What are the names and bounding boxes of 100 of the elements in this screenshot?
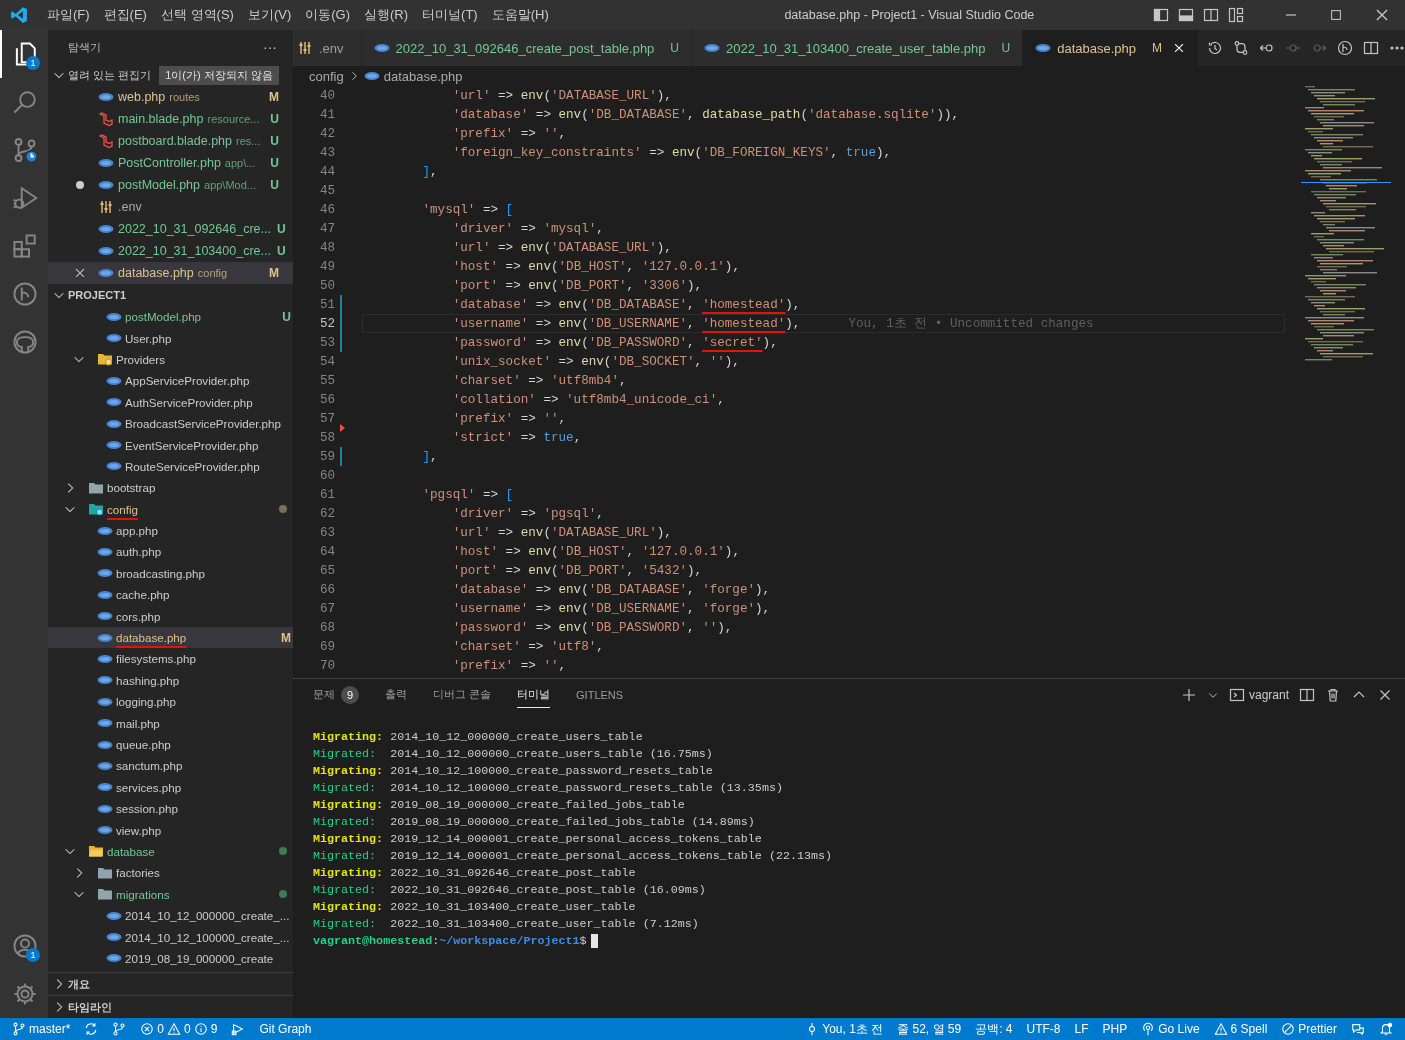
menu-item[interactable]: 터미널(T)	[415, 6, 485, 24]
settings-icon[interactable]	[12, 981, 38, 1007]
open-editor-item[interactable]: database.php config M	[48, 262, 293, 284]
trash-icon[interactable]	[1325, 687, 1341, 703]
menu-item[interactable]: 보기(V)	[240, 6, 299, 24]
file-item[interactable]: 2014_10_12_100000_create_...	[48, 926, 293, 948]
encoding[interactable]: UTF-8	[1026, 1022, 1061, 1036]
file-item[interactable]: BroadcastServiceProvider.php	[48, 412, 293, 435]
branch-indicator[interactable]: master*	[12, 1022, 71, 1036]
search-icon[interactable]	[12, 89, 38, 115]
accounts-icon[interactable]	[12, 933, 38, 959]
language-mode[interactable]: PHP	[1102, 1022, 1128, 1036]
file-item[interactable]: AppServiceProvider.php	[48, 370, 293, 392]
go-live-button[interactable]: Go Live	[1141, 1022, 1200, 1036]
panel-tab[interactable]: 터미널	[517, 682, 551, 708]
editor-tab[interactable]: .env	[293, 30, 362, 66]
menu-item[interactable]: 실행(R)	[357, 6, 416, 24]
menu-item[interactable]: 파일(F)	[40, 6, 97, 24]
file-item[interactable]: view.php	[48, 819, 293, 841]
open-editor-item[interactable]: main.blade.php resource... U	[48, 108, 293, 130]
maximize-icon[interactable]	[1329, 8, 1343, 22]
file-item[interactable]: services.php	[48, 776, 293, 798]
open-editor-item[interactable]: 2022_10_31_103400_cre... U	[48, 240, 293, 262]
file-item[interactable]: User.php	[48, 327, 293, 349]
sync-icon[interactable]	[84, 1022, 99, 1036]
file-history-icon[interactable]	[1207, 40, 1223, 56]
file-item[interactable]: 2014_10_12_000000_create_...	[48, 904, 293, 927]
folder-item[interactable]: config	[48, 498, 293, 520]
close-icon[interactable]	[73, 266, 87, 280]
file-item[interactable]: AuthServiceProvider.php	[48, 391, 293, 413]
open-editor-item[interactable]: postboard.blade.php res... U	[48, 130, 293, 152]
editor-tab[interactable]: database.php M	[1023, 30, 1199, 66]
section-header[interactable]: PROJECT1	[68, 289, 127, 301]
section-header[interactable]: 열려 있는 편집기	[68, 67, 152, 83]
file-item[interactable]: 2019_08_19_000000_create	[48, 947, 293, 970]
file-item[interactable]: cors.php	[48, 605, 293, 627]
file-item[interactable]: EventServiceProvider.php	[48, 434, 293, 456]
file-item[interactable]: postModel.php U	[48, 306, 293, 328]
file-item[interactable]: mail.php	[48, 712, 293, 734]
live-share-icon[interactable]	[231, 1022, 246, 1036]
file-item[interactable]: database.php M	[48, 626, 293, 649]
menu-item[interactable]: 이동(G)	[298, 6, 358, 24]
panel-tab[interactable]: 디버그 콘솔	[433, 682, 492, 708]
file-item[interactable]: queue.php	[48, 733, 293, 756]
compare-icon[interactable]	[1233, 40, 1249, 56]
toggle-sidebar-icon[interactable]	[1153, 7, 1169, 23]
open-editor-item[interactable]: PostController.php app\... U	[48, 152, 293, 174]
split-editor-icon[interactable]	[1363, 40, 1379, 56]
feedback-icon[interactable]	[1351, 1022, 1365, 1036]
folder-item[interactable]: database	[48, 840, 293, 863]
split-terminal-icon[interactable]	[1299, 687, 1315, 703]
open-editor-item[interactable]: web.php routes M	[48, 86, 293, 108]
extensions-icon[interactable]	[12, 233, 38, 259]
file-item[interactable]: hashing.php	[48, 669, 293, 692]
breadcrumb-item[interactable]: database.php	[383, 68, 463, 84]
prettier-indicator[interactable]: Prettier	[1281, 1022, 1337, 1036]
source-control-icon[interactable]	[12, 137, 38, 163]
problems-indicator[interactable]: 0 0 9	[140, 1022, 218, 1036]
file-item[interactable]: cache.php	[48, 584, 293, 606]
notifications-icon[interactable]	[1379, 1022, 1393, 1036]
open-editor-item[interactable]: postModel.php app\Mod... U	[48, 174, 293, 196]
folder-item[interactable]: bootstrap	[48, 477, 293, 499]
menu-item[interactable]: 선택 영역(S)	[153, 6, 241, 24]
file-item[interactable]: broadcasting.php	[48, 562, 293, 585]
folder-item[interactable]: Providers	[48, 348, 293, 371]
section-header[interactable]: 개요	[68, 976, 90, 992]
menu-item[interactable]: 도움말(H)	[484, 6, 556, 24]
open-editor-item[interactable]: 2022_10_31_092646_cre... U	[48, 218, 293, 240]
panel-tab[interactable]: GITLENS	[576, 682, 624, 708]
file-item[interactable]: RouteServiceProvider.php	[48, 455, 293, 478]
line-ending[interactable]: LF	[1074, 1022, 1089, 1036]
folder-item[interactable]: migrations	[48, 883, 293, 905]
terminal-selector[interactable]: vagrant	[1228, 687, 1289, 703]
file-item[interactable]: logging.php	[48, 691, 293, 713]
editor-tab[interactable]: 2022_10_31_092646_create_post_table.php U	[361, 30, 692, 66]
file-item[interactable]: sanctum.php	[48, 755, 293, 777]
menu-item[interactable]: 편집(E)	[96, 6, 154, 24]
split-layout-icon[interactable]	[1203, 7, 1219, 23]
more-actions-button[interactable]: ···	[263, 39, 277, 55]
run-debug-icon[interactable]	[12, 185, 38, 211]
toggle-panel-icon[interactable]	[1178, 7, 1194, 23]
git-graph-button[interactable]: Git Graph	[259, 1022, 312, 1036]
customize-layout-icon[interactable]	[1228, 7, 1244, 23]
editor-tab[interactable]: 2022_10_31_103400_create_user_table.php U	[692, 30, 1024, 66]
open-editor-item[interactable]: .env	[48, 196, 293, 218]
section-header[interactable]: 타임라인	[68, 999, 112, 1015]
panel-tab[interactable]: 출력	[385, 682, 407, 708]
file-item[interactable]: app.php	[48, 519, 293, 542]
blame-indicator[interactable]: You, 1초 전	[805, 1020, 884, 1038]
indentation[interactable]: 공백: 4	[975, 1020, 1013, 1038]
file-item[interactable]: auth.php	[48, 541, 293, 563]
cursor-position[interactable]: 줄 52, 열 59	[897, 1020, 962, 1038]
panel-tab[interactable]: 문제 9	[313, 682, 359, 708]
breadcrumb-item[interactable]: config	[309, 68, 344, 84]
new-terminal-icon[interactable]	[1180, 687, 1197, 703]
folder-item[interactable]: factories	[48, 862, 293, 884]
spell-indicator[interactable]: 6 Spell	[1213, 1022, 1268, 1036]
close-icon[interactable]	[1172, 41, 1186, 55]
file-item[interactable]: filesystems.php	[48, 648, 293, 670]
file-item[interactable]: session.php	[48, 798, 293, 820]
